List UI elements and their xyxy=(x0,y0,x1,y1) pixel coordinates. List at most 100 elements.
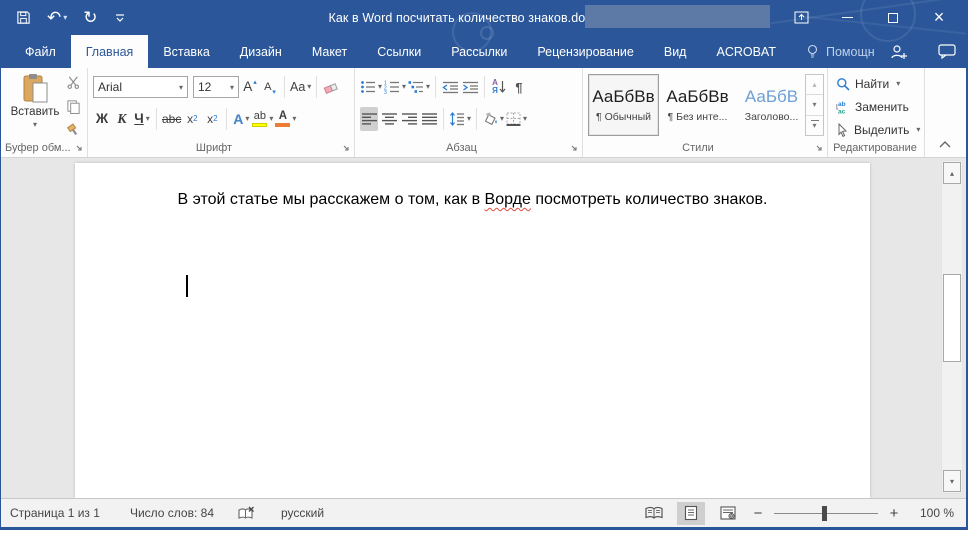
gallery-more-button[interactable]: ▾ xyxy=(806,116,823,135)
cut-button[interactable] xyxy=(62,73,84,91)
maximize-button[interactable] xyxy=(870,0,916,35)
italic-button[interactable]: К xyxy=(113,107,131,131)
clear-formatting-button[interactable] xyxy=(322,75,340,99)
subscript-button[interactable]: x2 xyxy=(183,107,201,131)
ribbon-display-options-button[interactable] xyxy=(778,0,824,35)
change-case-button[interactable]: Aa ▾ xyxy=(290,75,311,99)
paste-button[interactable]: Вставить ▾ xyxy=(7,72,63,140)
copy-button[interactable] xyxy=(62,97,84,115)
gallery-up-button[interactable]: ▴ xyxy=(806,75,823,95)
vertical-scrollbar[interactable]: ▴ ▾ xyxy=(941,160,963,494)
increase-indent-button[interactable] xyxy=(461,75,479,99)
dropdown-arrow-icon[interactable]: ▾ xyxy=(175,83,183,92)
style-heading-1[interactable]: АаБбВ Заголово... xyxy=(736,74,807,136)
sort-button[interactable]: А Я xyxy=(490,75,508,99)
tab-file[interactable]: Файл xyxy=(10,35,71,68)
text-highlight-button[interactable]: ab ▾ xyxy=(252,107,273,131)
close-button[interactable]: × xyxy=(916,0,962,35)
replace-button[interactable]: abac Заменить xyxy=(832,96,924,117)
collapse-ribbon-button[interactable] xyxy=(938,140,952,149)
font-color-button[interactable]: А ▾ xyxy=(275,107,296,131)
align-left-button[interactable] xyxy=(360,107,378,131)
web-layout-button[interactable] xyxy=(714,502,742,525)
comments-button[interactable] xyxy=(938,44,956,59)
zoom-level[interactable]: 100 % xyxy=(910,506,954,520)
dropdown-arrow-icon[interactable]: ▾ xyxy=(226,83,234,92)
bullets-button[interactable]: ▾ xyxy=(360,75,382,99)
align-right-button[interactable] xyxy=(400,107,418,131)
dropdown-arrow-icon[interactable]: ▾ xyxy=(292,115,296,123)
minimize-button[interactable] xyxy=(824,0,870,35)
tab-acrobat[interactable]: ACROBAT xyxy=(701,35,791,68)
superscript-button[interactable]: x2 xyxy=(203,107,221,131)
dropdown-arrow-icon[interactable]: ▾ xyxy=(426,83,430,91)
underline-button[interactable]: Ч ▾ xyxy=(133,107,151,131)
customize-quick-access-button[interactable] xyxy=(114,12,126,24)
justify-button[interactable] xyxy=(420,107,438,131)
tab-view[interactable]: Вид xyxy=(649,35,702,68)
paragraph-dialog-launcher[interactable] xyxy=(568,142,579,153)
tab-review[interactable]: Рецензирование xyxy=(522,35,649,68)
tab-insert[interactable]: Вставка xyxy=(148,35,224,68)
dropdown-arrow-icon[interactable]: ▾ xyxy=(63,14,67,22)
tab-design[interactable]: Дизайн xyxy=(225,35,297,68)
tab-references[interactable]: Ссылки xyxy=(362,35,436,68)
dropdown-arrow-icon[interactable]: ▾ xyxy=(896,79,900,88)
tab-home[interactable]: Главная xyxy=(71,35,149,68)
numbering-button[interactable]: 123 ▾ xyxy=(384,75,406,99)
save-button[interactable] xyxy=(16,10,31,25)
language-indicator[interactable]: русский xyxy=(281,506,324,520)
zoom-out-button[interactable]: − xyxy=(751,505,765,522)
text-effects-button[interactable]: А ▾ xyxy=(232,107,250,131)
line-spacing-button[interactable]: ▾ xyxy=(449,107,471,131)
dropdown-arrow-icon[interactable]: ▾ xyxy=(146,115,150,123)
shrink-font-button[interactable]: А ▾ xyxy=(261,75,279,99)
clipboard-dialog-launcher[interactable] xyxy=(73,142,84,153)
gallery-down-button[interactable]: ▾ xyxy=(806,95,823,115)
undo-button[interactable]: ↶ ▾ xyxy=(47,9,67,26)
tab-mailings[interactable]: Рассылки xyxy=(436,35,522,68)
bold-button[interactable]: Ж xyxy=(93,107,111,131)
zoom-slider[interactable] xyxy=(774,506,878,521)
scroll-up-button[interactable]: ▴ xyxy=(943,162,961,184)
dropdown-arrow-icon[interactable]: ▾ xyxy=(467,115,471,123)
dropdown-arrow-icon[interactable]: ▾ xyxy=(916,125,920,134)
font-size-combo[interactable]: 12 ▾ xyxy=(193,76,239,98)
tab-layout[interactable]: Макет xyxy=(297,35,362,68)
decrease-indent-button[interactable] xyxy=(441,75,459,99)
dropdown-arrow-icon[interactable]: ▾ xyxy=(269,115,273,123)
paste-dropdown-arrow-icon[interactable]: ▾ xyxy=(33,120,37,129)
print-layout-button[interactable] xyxy=(677,502,705,525)
zoom-slider-thumb[interactable] xyxy=(822,506,827,521)
font-dialog-launcher[interactable] xyxy=(340,142,351,153)
borders-button[interactable]: ▾ xyxy=(506,107,527,131)
dropdown-arrow-icon[interactable]: ▾ xyxy=(245,115,249,123)
redo-button[interactable]: ↻ xyxy=(83,9,97,26)
scroll-down-button[interactable]: ▾ xyxy=(943,470,961,492)
font-name-combo[interactable]: Arial ▾ xyxy=(93,76,188,98)
proofing-status-button[interactable] xyxy=(238,506,255,521)
page-indicator[interactable]: Страница 1 из 1 xyxy=(10,506,100,520)
read-mode-button[interactable] xyxy=(640,502,668,525)
dropdown-arrow-icon[interactable]: ▾ xyxy=(378,83,382,91)
document-page[interactable]: В этой статье мы расскажем о том, как в … xyxy=(75,163,870,498)
share-sign-in-button[interactable] xyxy=(890,44,908,60)
show-paragraph-marks-button[interactable]: ¶ xyxy=(510,75,528,99)
shading-button[interactable]: ▾ xyxy=(482,107,504,131)
styles-dialog-launcher[interactable] xyxy=(813,142,824,153)
style-normal[interactable]: АаБбВв ¶ Обычный xyxy=(588,74,659,136)
scrollbar-thumb[interactable] xyxy=(943,274,961,362)
grow-font-button[interactable]: А ▴ xyxy=(241,75,259,99)
dropdown-arrow-icon[interactable]: ▾ xyxy=(523,115,527,123)
format-painter-button[interactable] xyxy=(62,121,84,139)
strikethrough-button[interactable]: abc xyxy=(162,107,181,131)
dropdown-arrow-icon[interactable]: ▾ xyxy=(500,115,504,123)
style-no-spacing[interactable]: АаБбВв ¶ Без инте... xyxy=(662,74,733,136)
multilevel-list-button[interactable]: ▾ xyxy=(408,75,430,99)
tell-me-box[interactable]: Помощн xyxy=(791,35,890,68)
word-count[interactable]: Число слов: 84 xyxy=(130,506,214,520)
select-button[interactable]: Выделить ▾ xyxy=(832,119,924,140)
dropdown-arrow-icon[interactable]: ▾ xyxy=(402,83,406,91)
align-center-button[interactable] xyxy=(380,107,398,131)
find-button[interactable]: Найти ▾ xyxy=(832,73,924,94)
